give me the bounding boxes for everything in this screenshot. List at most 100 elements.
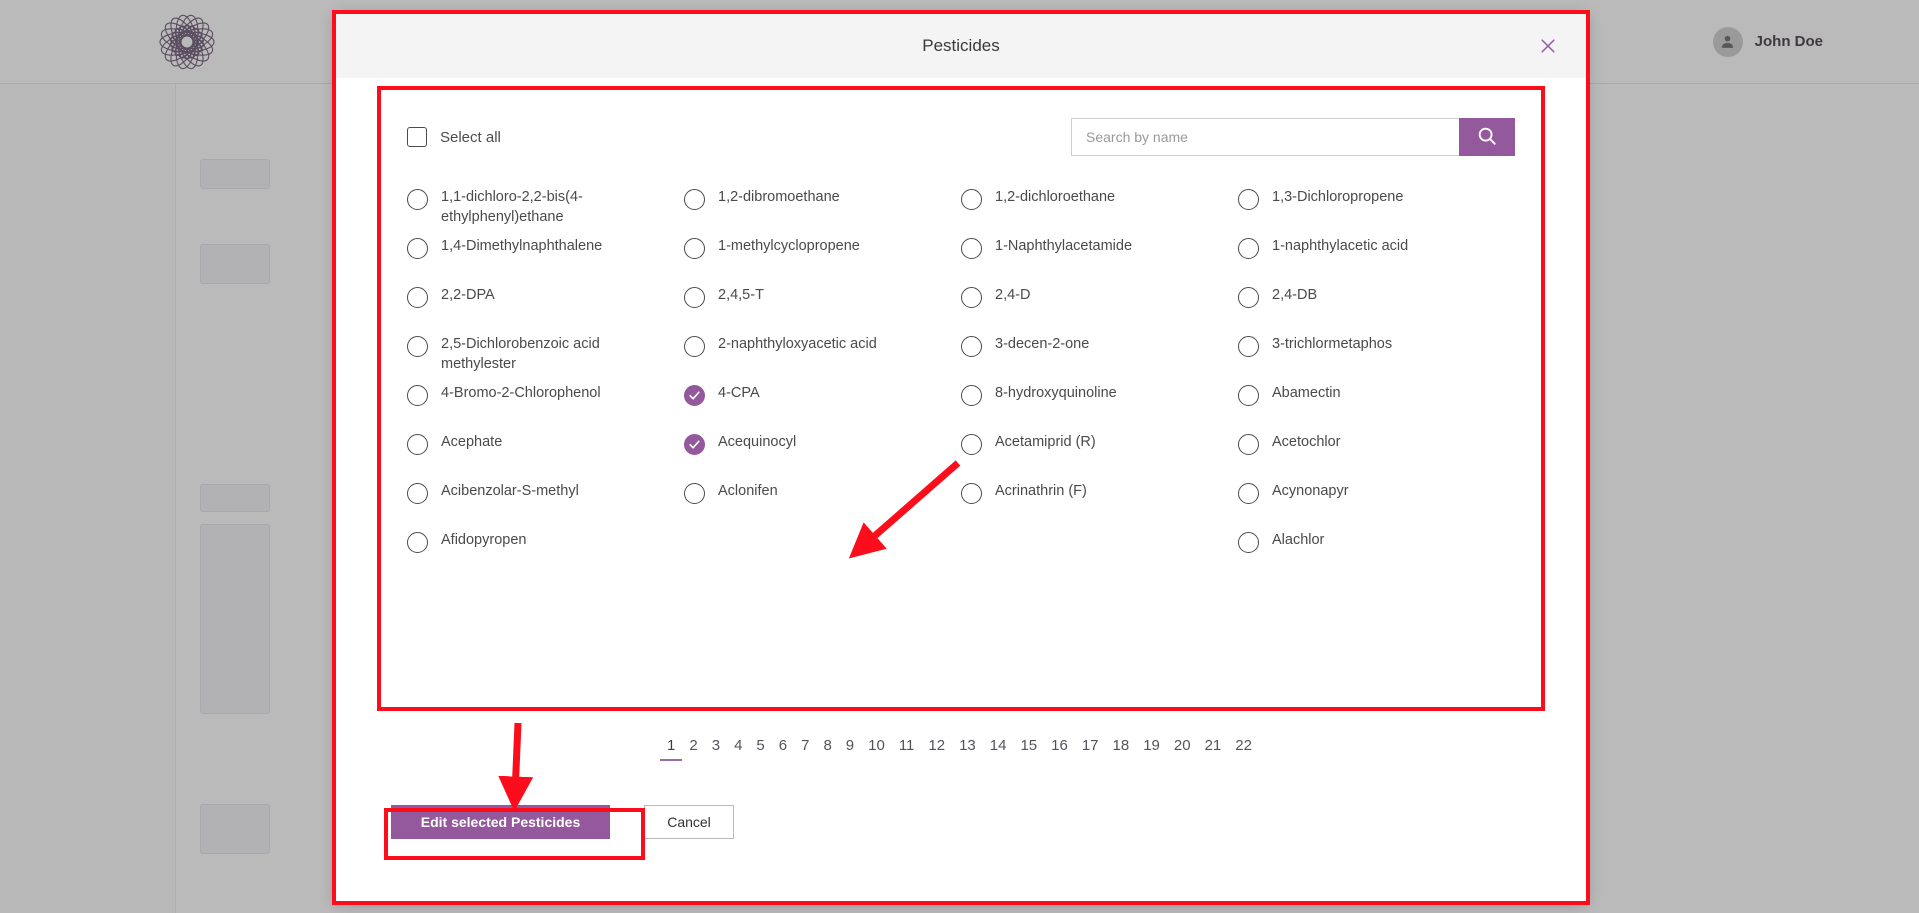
pesticide-option-label: 1,2-dibromoethane [718, 189, 840, 205]
pesticide-option[interactable]: 2-naphthyloxyacetic acid [684, 327, 961, 376]
pagination-page[interactable]: 22 [1228, 735, 1259, 761]
checkbox-unchecked-icon[interactable] [1238, 336, 1259, 357]
pagination-page[interactable]: 14 [983, 735, 1014, 761]
checkbox-unchecked-icon[interactable] [1238, 385, 1259, 406]
pagination-page[interactable]: 9 [839, 735, 861, 761]
checkbox-unchecked-icon[interactable] [961, 287, 982, 308]
checkbox-unchecked-icon[interactable] [407, 532, 428, 553]
pesticide-option[interactable]: 1,2-dibromoethane [684, 180, 961, 229]
search-icon [1476, 125, 1498, 150]
checkbox-unchecked-icon[interactable] [961, 385, 982, 406]
pesticide-option[interactable]: 3-decen-2-one [961, 327, 1238, 376]
pesticide-option[interactable]: Aclonifen [684, 474, 961, 523]
cancel-button[interactable]: Cancel [644, 805, 734, 839]
pagination-page[interactable]: 6 [772, 735, 794, 761]
checkbox-unchecked-icon[interactable] [407, 336, 428, 357]
pesticide-option[interactable]: 1-methylcyclopropene [684, 229, 961, 278]
pesticide-option[interactable]: 2,4-D [961, 278, 1238, 327]
checkbox-unchecked-icon[interactable] [961, 434, 982, 455]
pesticide-option[interactable]: 2,4-DB [1238, 278, 1515, 327]
checkbox-unchecked-icon[interactable] [961, 483, 982, 504]
pesticide-option[interactable]: 1,1-dichloro-2,2-bis(4-ethylphenyl)ethan… [407, 180, 684, 229]
select-all-control[interactable]: Select all [407, 127, 501, 147]
pesticide-option-label: 3-trichlormetaphos [1272, 336, 1393, 352]
pagination-page[interactable]: 15 [1013, 735, 1044, 761]
search-button[interactable] [1459, 118, 1515, 156]
pesticide-option[interactable]: Acetochlor [1238, 425, 1515, 474]
pesticide-option[interactable]: 1-Naphthylacetamide [961, 229, 1238, 278]
pagination-page[interactable]: 11 [892, 735, 922, 761]
search-input[interactable] [1071, 118, 1459, 156]
pagination-page[interactable]: 21 [1198, 735, 1229, 761]
pesticide-option[interactable]: 4-Bromo-2-Chlorophenol [407, 376, 684, 425]
pesticide-option[interactable]: Abamectin [1238, 376, 1515, 425]
pesticide-option[interactable]: 2,4,5-T [684, 278, 961, 327]
checkbox-unchecked-icon[interactable] [407, 238, 428, 259]
pesticide-option[interactable]: Acrinathrin (F) [961, 474, 1238, 523]
checkbox-unchecked-icon[interactable] [1238, 238, 1259, 259]
checkbox-unchecked-icon[interactable] [684, 189, 705, 210]
pagination-page[interactable]: 12 [921, 735, 952, 761]
checkbox-unchecked-icon[interactable] [961, 189, 982, 210]
pesticide-option[interactable]: Afidopyropen [407, 523, 684, 572]
pesticide-option[interactable]: 1,3-Dichloropropene [1238, 180, 1515, 229]
pesticide-option[interactable]: Acetamiprid (R) [961, 425, 1238, 474]
pagination-page[interactable]: 8 [816, 735, 838, 761]
select-all-checkbox[interactable] [407, 127, 427, 147]
modal-title: Pesticides [922, 35, 1000, 55]
edit-selected-pesticides-button[interactable]: Edit selected Pesticides [391, 805, 610, 839]
checkbox-unchecked-icon[interactable] [1238, 532, 1259, 553]
pagination-page[interactable]: 20 [1167, 735, 1198, 761]
pagination-page[interactable]: 10 [861, 735, 892, 761]
close-icon[interactable] [1535, 33, 1561, 59]
pagination-page[interactable]: 17 [1075, 735, 1106, 761]
pagination-page[interactable]: 13 [952, 735, 983, 761]
checkbox-unchecked-icon[interactable] [407, 434, 428, 455]
pesticide-option[interactable]: Alachlor [1238, 523, 1515, 572]
checkbox-unchecked-icon[interactable] [407, 483, 428, 504]
pagination-page[interactable]: 3 [705, 735, 727, 761]
pesticide-option-label: 1-methylcyclopropene [718, 238, 860, 254]
checkbox-unchecked-icon[interactable] [684, 287, 705, 308]
checkbox-unchecked-icon[interactable] [961, 336, 982, 357]
pesticide-option[interactable]: 2,2-DPA [407, 278, 684, 327]
pesticide-option-label: 2,4,5-T [718, 287, 764, 303]
pesticide-option[interactable]: 2,5-Dichlorobenzoic acid methylester [407, 327, 684, 376]
checkbox-unchecked-icon[interactable] [1238, 483, 1259, 504]
pesticide-option-label: 1,4-Dimethylnaphthalene [441, 238, 603, 254]
pagination-page[interactable]: 1 [660, 735, 683, 761]
pesticide-option[interactable]: 4-CPA [684, 376, 961, 425]
checkbox-unchecked-icon[interactable] [684, 238, 705, 259]
pagination-page[interactable]: 7 [794, 735, 816, 761]
checkbox-unchecked-icon[interactable] [684, 336, 705, 357]
pesticide-option-label: Afidopyropen [441, 532, 527, 548]
checkbox-unchecked-icon[interactable] [1238, 287, 1259, 308]
pesticide-option[interactable]: 1,4-Dimethylnaphthalene [407, 229, 684, 278]
pagination-page[interactable]: 18 [1106, 735, 1137, 761]
pagination-page[interactable]: 2 [682, 735, 704, 761]
pesticide-option[interactable]: Acephate [407, 425, 684, 474]
checkbox-unchecked-icon[interactable] [1238, 189, 1259, 210]
checkbox-checked-icon[interactable] [684, 434, 705, 455]
pagination-page[interactable]: 4 [727, 735, 749, 761]
modal-footer: Edit selected Pesticides Cancel [30, 805, 734, 839]
pesticide-option[interactable]: 3-trichlormetaphos [1238, 327, 1515, 376]
checkbox-unchecked-icon[interactable] [961, 238, 982, 259]
pesticide-option[interactable]: Acequinocyl [684, 425, 961, 474]
pesticide-option[interactable]: Acibenzolar-S-methyl [407, 474, 684, 523]
checkbox-unchecked-icon[interactable] [1238, 434, 1259, 455]
checkbox-unchecked-icon[interactable] [684, 483, 705, 504]
checkbox-unchecked-icon[interactable] [407, 287, 428, 308]
checkbox-unchecked-icon[interactable] [407, 385, 428, 406]
list-toolbar: Select all [407, 108, 1515, 166]
pesticide-option[interactable]: Acynonapyr [1238, 474, 1515, 523]
pesticide-option[interactable]: 8-hydroxyquinoline [961, 376, 1238, 425]
pesticide-option-label: Acynonapyr [1272, 483, 1349, 499]
pagination-page[interactable]: 16 [1044, 735, 1075, 761]
checkbox-checked-icon[interactable] [684, 385, 705, 406]
pesticide-option[interactable]: 1,2-dichloroethane [961, 180, 1238, 229]
checkbox-unchecked-icon[interactable] [407, 189, 428, 210]
pesticide-option[interactable]: 1-naphthylacetic acid [1238, 229, 1515, 278]
pagination-page[interactable]: 5 [749, 735, 771, 761]
pagination-page[interactable]: 19 [1136, 735, 1167, 761]
